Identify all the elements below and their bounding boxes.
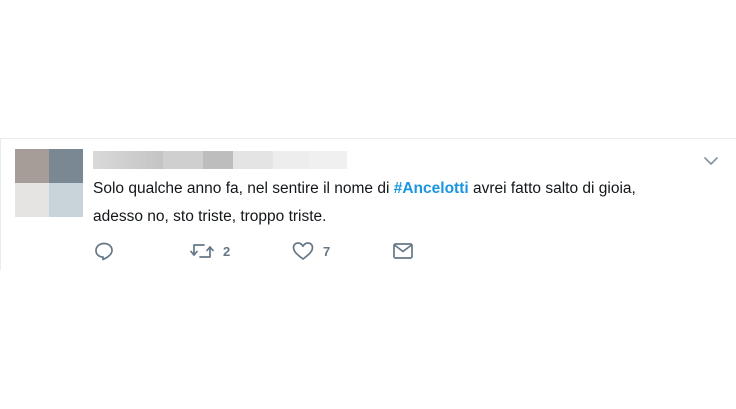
hashtag-link[interactable]: #Ancelotti	[394, 180, 469, 197]
tweet-text: Solo qualche anno fa, nel sentire il nom…	[93, 175, 713, 231]
heart-icon	[291, 240, 315, 262]
tweet-card[interactable]: Solo qualche anno fa, nel sentire il nom…	[0, 138, 736, 270]
envelope-icon	[391, 240, 415, 262]
retweet-button[interactable]: 2	[189, 239, 230, 263]
tweet-actions: 2 7	[93, 239, 433, 263]
reply-icon	[93, 240, 115, 262]
author-name-blurred	[93, 151, 347, 169]
tweet-text-part: Solo qualche anno fa, nel sentire il nom…	[93, 180, 394, 197]
retweet-count: 2	[223, 243, 231, 259]
reply-button[interactable]	[93, 239, 115, 263]
direct-message-button[interactable]	[391, 239, 415, 263]
like-count: 7	[323, 243, 331, 259]
retweet-icon	[189, 240, 215, 262]
avatar[interactable]	[15, 149, 83, 217]
chevron-down-icon[interactable]	[703, 153, 723, 167]
like-button[interactable]: 7	[291, 239, 330, 263]
